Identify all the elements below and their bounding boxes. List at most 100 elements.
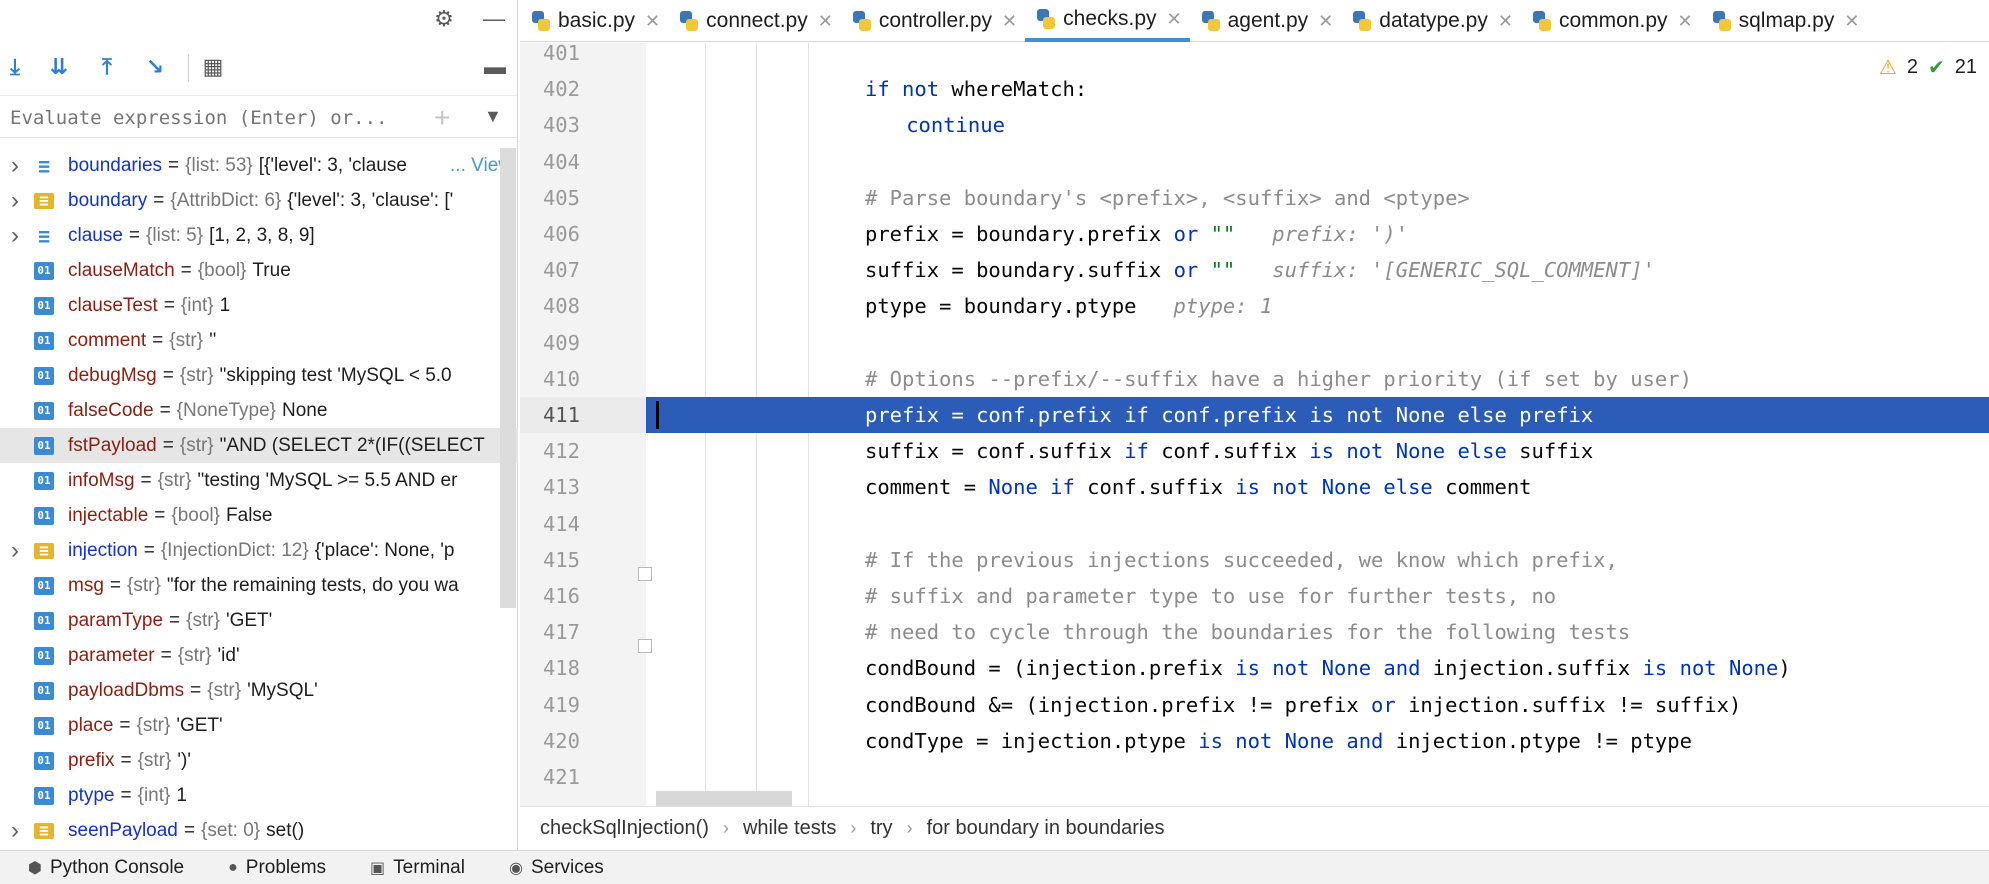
code-line[interactable]: 402 if not whereMatch: [520, 71, 1989, 107]
code-line[interactable]: 408 ptype = boundary.ptype ptype: 1 [520, 288, 1989, 324]
tab-sqlmap[interactable]: sqlmap.py ✕ [1701, 0, 1868, 42]
chevron-right-icon[interactable]: › [0, 817, 30, 845]
variable-row[interactable]: › ≡ clause = {list: 5} [1, 2, 3, 8, 9] [0, 218, 518, 253]
tab-connect[interactable]: connect.py ✕ [668, 0, 841, 42]
variable-type: {NoneType} [176, 399, 276, 421]
minimize-icon[interactable]: — [482, 6, 506, 31]
code-line[interactable]: 406 prefix = boundary.prefix or "" prefix… [520, 216, 1989, 252]
close-icon[interactable]: ✕ [1498, 11, 1513, 32]
layout-options-icon[interactable]: ▬ [480, 52, 510, 82]
chevron-right-icon[interactable]: › [0, 222, 30, 250]
variable-row[interactable]: › ≡ injection = {InjectionDict: 12} {'place':… [0, 533, 518, 568]
variables-scrollbar[interactable] [500, 148, 516, 608]
fold-marker-icon[interactable] [638, 567, 652, 581]
breadcrumb-item[interactable]: checkSqlInjection() [540, 817, 709, 840]
code-line[interactable]: 403 continue [520, 107, 1989, 143]
code-editor[interactable]: 401 402 if not whereMatch: 403 continue 404 40… [520, 43, 1989, 806]
inspection-widget[interactable]: ⚠ 2 ✔ 21 [1879, 55, 1977, 80]
close-icon[interactable]: ✕ [1002, 11, 1017, 32]
keyword-token: is not [1642, 656, 1729, 681]
equals-sign: = [183, 819, 195, 841]
breadcrumb-item[interactable]: while tests [743, 817, 836, 840]
tab-controller[interactable]: controller.py ✕ [841, 0, 1025, 42]
breadcrumb-item[interactable]: for boundary in boundaries [927, 817, 1165, 840]
keyword-token: None [1321, 656, 1384, 681]
tab-basic[interactable]: basic.py ✕ [520, 0, 668, 42]
variable-row[interactable]: 01 clauseTest = {int} 1 [0, 288, 518, 323]
code-line[interactable]: 415 # If the previous injections succeede… [520, 542, 1989, 578]
variable-row[interactable]: 01 falseCode = {NoneType} None [0, 393, 518, 428]
comment-token: # If the previous injections succeeded, … [865, 547, 1618, 572]
close-icon[interactable]: ✕ [1844, 11, 1859, 32]
close-icon[interactable]: ✕ [1678, 11, 1693, 32]
variable-row[interactable]: 01 injectable = {bool} False [0, 498, 518, 533]
tab-common[interactable]: common.py ✕ [1521, 0, 1701, 42]
evaluate-expression-input[interactable] [10, 107, 430, 129]
code-text: # suffix and parameter type to use for f… [865, 584, 1556, 608]
code-line[interactable]: 417 # need to cycle through the boundarie… [520, 614, 1989, 650]
code-line[interactable]: 401 [520, 43, 1989, 71]
tab-checks[interactable]: checks.py ✕ [1025, 0, 1190, 42]
variable-row[interactable]: 01 infoMsg = {str} "testing 'MySQL >= 5.5 AN… [0, 463, 518, 498]
variable-row[interactable]: › ≡ boundaries = {list: 53} [{'level': 3, 'cl… [0, 148, 518, 183]
variable-value: {'level': 3, 'clause': [' [287, 189, 454, 211]
chevron-right-icon[interactable]: › [0, 537, 30, 565]
code-line[interactable]: 416 # suffix and parameter type to use fo… [520, 578, 1989, 614]
close-icon[interactable]: ✕ [645, 11, 660, 32]
code-line[interactable]: 405 # Parse boundary's <prefix>, <suffix>… [520, 180, 1989, 216]
step-over-icon[interactable]: ⤓ [0, 52, 30, 82]
tool-services[interactable]: ◉ Services [509, 857, 604, 879]
variable-type: {int} [137, 784, 171, 806]
close-icon[interactable]: ✕ [1167, 9, 1182, 30]
variable-row[interactable]: 01 debugMsg = {str} "skipping test 'MySQL < … [0, 358, 518, 393]
variable-row[interactable]: › ≡ boundary = {AttribDict: 6} {'level': 3, '… [0, 183, 518, 218]
chevron-down-icon[interactable]: ▼ [484, 106, 502, 127]
variable-row[interactable]: 01 ptype = {int} 1 [0, 778, 518, 813]
horizontal-scrollbar[interactable] [656, 791, 792, 806]
variable-row[interactable]: 01 prefix = {str} ')' [0, 743, 518, 778]
equals-sign: = [168, 154, 180, 176]
variable-row[interactable]: 01 parameter = {str}'id' [0, 638, 518, 673]
tool-python-console[interactable]: ⬢ Python Console [28, 857, 184, 879]
variable-row[interactable]: 01 clauseMatch = {bool} True [0, 253, 518, 288]
close-icon[interactable]: ✕ [1318, 11, 1333, 32]
add-watch-icon[interactable]: + [434, 102, 450, 134]
equals-sign: = [119, 714, 131, 736]
debugger-toolbar: ⤓ ⇊ ⤒ ↘ ▦ ▬ [0, 38, 517, 96]
code-line[interactable]: 409 [520, 325, 1989, 361]
tab-agent[interactable]: agent.py ✕ [1190, 0, 1342, 42]
close-icon[interactable]: ✕ [818, 11, 833, 32]
code-line[interactable]: 414 [520, 506, 1989, 542]
variable-row[interactable]: 01 place = {str} 'GET' [0, 708, 518, 743]
code-line[interactable]: 419 condBound &= (injection.prefix != pre… [520, 687, 1989, 723]
code-line[interactable]: 411 prefix = conf.prefix if conf.prefix i… [520, 397, 1989, 433]
variable-row[interactable]: 01 payloadDbms = {str} 'MySQL' [0, 673, 518, 708]
code-line[interactable]: 420 condType = injection.ptype is not Non… [520, 723, 1989, 759]
variable-type: {InjectionDict: 12} [160, 539, 309, 561]
code-line[interactable]: 404 [520, 144, 1989, 180]
code-line[interactable]: 413 comment = None if conf.suffix is not … [520, 469, 1989, 505]
variable-row[interactable]: 01 paramType = {str} 'GET' [0, 603, 518, 638]
code-line[interactable]: 407 suffix = boundary.suffix or "" suffix… [520, 252, 1989, 288]
gear-icon[interactable]: ⚙ [432, 6, 456, 31]
fold-marker-icon[interactable] [638, 639, 652, 653]
chevron-right-icon[interactable]: › [0, 152, 30, 180]
code-line[interactable]: 421 [520, 759, 1989, 795]
chevron-right-icon: › [722, 818, 729, 838]
variable-row[interactable]: 01 fstPayload = {str} "AND (SELECT 2*(IF((SE… [0, 428, 518, 463]
step-out-icon[interactable]: ⤒ [92, 52, 122, 82]
code-line[interactable]: 412 suffix = conf.suffix if conf.suffix i… [520, 433, 1989, 469]
tab-datatype[interactable]: datatype.py ✕ [1341, 0, 1521, 42]
code-line[interactable]: 410 # Options --prefix/--suffix have a hi… [520, 361, 1989, 397]
code-line[interactable]: 418 condBound = (injection.prefix is not … [520, 650, 1989, 686]
run-to-cursor-icon[interactable]: ↘ [140, 52, 170, 82]
table-view-icon[interactable]: ▦ [198, 52, 228, 82]
tool-terminal[interactable]: ▣ Terminal [370, 857, 465, 879]
variable-row[interactable]: 01 msg = {str} "for the remaining tests, do … [0, 568, 518, 603]
breadcrumb-item[interactable]: try [870, 817, 892, 840]
chevron-right-icon[interactable]: › [0, 187, 30, 215]
tool-problems[interactable]: ● Problems [228, 857, 326, 879]
variable-row[interactable]: › ≡ seenPayload = {set: 0} set() [0, 813, 518, 848]
step-into-icon[interactable]: ⇊ [44, 52, 74, 82]
variable-row[interactable]: 01 comment = {str} '' [0, 323, 518, 358]
